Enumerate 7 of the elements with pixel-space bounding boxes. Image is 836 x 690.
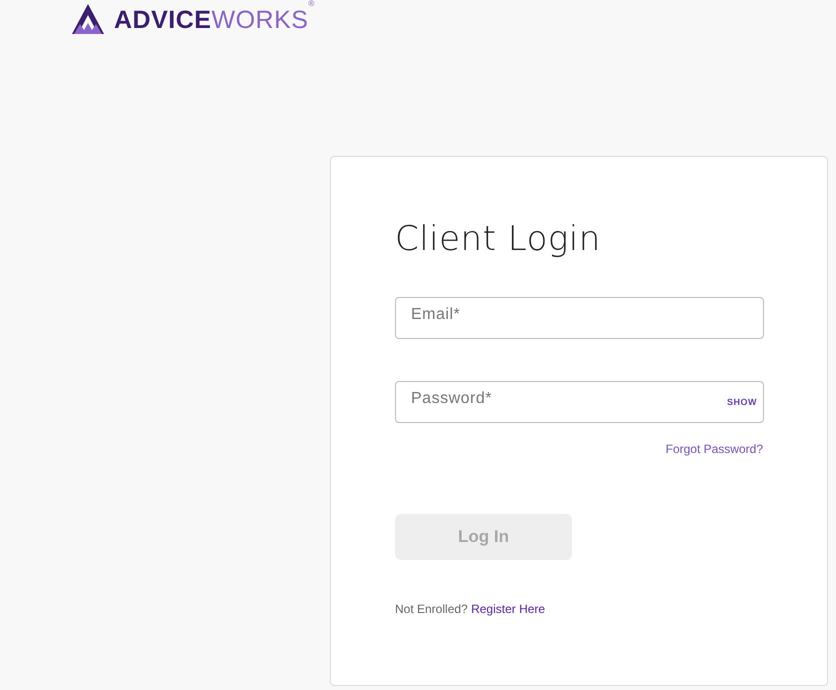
show-password-button[interactable]: SHOW bbox=[727, 396, 757, 410]
email-field[interactable]: Email* bbox=[395, 297, 764, 339]
logo-icon bbox=[70, 2, 106, 34]
login-title: Client Login bbox=[395, 219, 602, 259]
register-link[interactable]: Register Here bbox=[471, 602, 546, 616]
register-prompt: Not Enrolled? bbox=[395, 602, 468, 616]
forgot-password-link[interactable]: Forgot Password? bbox=[666, 440, 763, 458]
